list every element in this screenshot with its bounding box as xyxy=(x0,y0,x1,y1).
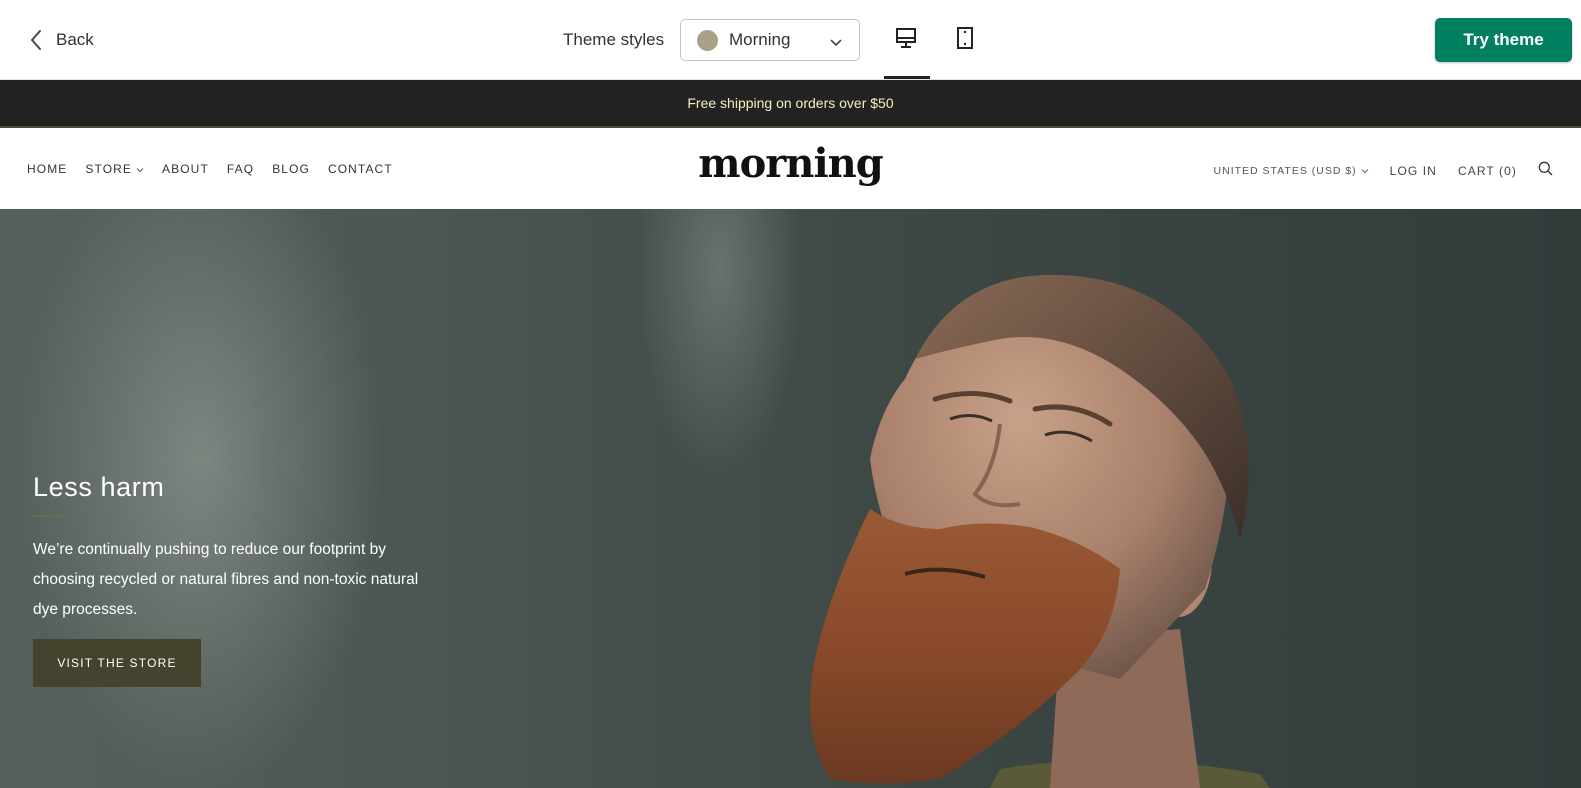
try-theme-button[interactable]: Try theme xyxy=(1435,18,1572,62)
preview-toolbar: Back Theme styles Morning Try theme xyxy=(0,0,1581,80)
chevron-left-icon xyxy=(30,29,42,51)
announcement-bar: Free shipping on orders over $50 xyxy=(0,80,1581,128)
desktop-view-button[interactable] xyxy=(884,20,928,60)
announcement-text: Free shipping on orders over $50 xyxy=(687,95,894,111)
back-label: Back xyxy=(56,30,94,49)
login-link[interactable]: LOG IN xyxy=(1390,164,1437,178)
currency-label: UNITED STATES (USD $) xyxy=(1213,165,1357,177)
hero-title: Less harm xyxy=(33,472,165,502)
theme-style-select[interactable]: Morning xyxy=(680,19,860,61)
mobile-icon xyxy=(955,26,975,55)
cart-link[interactable]: CART (0) xyxy=(1458,164,1517,178)
active-device-indicator xyxy=(884,76,930,79)
hero-divider xyxy=(33,515,69,517)
search-icon[interactable] xyxy=(1538,161,1553,181)
back-button[interactable]: Back xyxy=(30,26,94,54)
chevron-down-icon xyxy=(1361,165,1369,177)
desktop-icon xyxy=(894,26,918,55)
chevron-down-icon xyxy=(830,35,842,53)
store-header: HOME STORE ABOUT FAQ BLOG CONTACT mornin… xyxy=(0,128,1581,209)
hero-content: Less harm We’re continually pushing to r… xyxy=(33,472,433,687)
mobile-view-button[interactable] xyxy=(943,20,987,60)
hero-banner: Less harm We’re continually pushing to r… xyxy=(0,209,1581,788)
hero-body-text: We’re continually pushing to reduce our … xyxy=(33,541,419,618)
theme-style-value: Morning xyxy=(729,30,791,49)
style-color-swatch xyxy=(697,29,718,51)
theme-styles-label: Theme styles xyxy=(563,30,665,49)
currency-selector[interactable]: UNITED STATES (USD $) xyxy=(1214,165,1369,177)
visit-store-button[interactable]: VISIT THE STORE xyxy=(33,639,201,687)
header-utilities: UNITED STATES (USD $) LOG IN CART (0) xyxy=(1214,161,1553,181)
